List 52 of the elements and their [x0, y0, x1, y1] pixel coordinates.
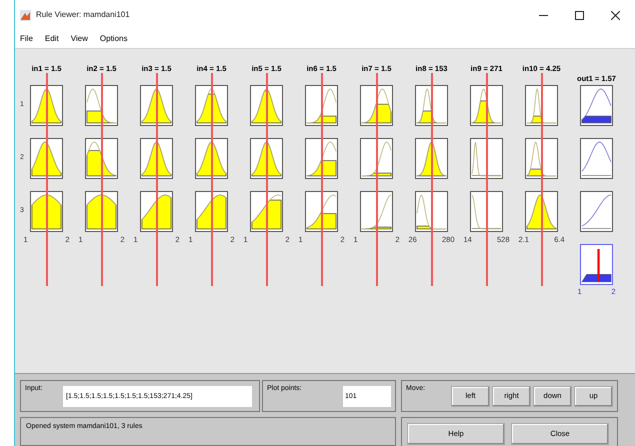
- membership-plot: [30, 138, 63, 179]
- membership-plot: [360, 191, 393, 232]
- membership-plot: [30, 85, 63, 126]
- membership-plot: [140, 191, 173, 232]
- membership-plot: [250, 191, 283, 232]
- input-value-line[interactable]: [211, 73, 212, 286]
- membership-plot: [85, 138, 118, 179]
- membership-plot: [140, 138, 173, 179]
- maximize-icon[interactable]: [575, 10, 584, 20]
- membership-plot: [195, 138, 228, 179]
- membership-plot: [360, 138, 393, 179]
- menu-item[interactable]: Options: [100, 33, 128, 45]
- membership-plot: [30, 191, 63, 232]
- window-title: Rule Viewer: mamdani101: [36, 9, 130, 21]
- membership-plot: [250, 138, 283, 179]
- menu-item[interactable]: Edit: [44, 33, 59, 45]
- app-icon: [20, 10, 31, 20]
- membership-plot: [470, 191, 503, 232]
- membership-plot: [85, 191, 118, 232]
- membership-plot: [195, 85, 228, 126]
- membership-plot: [415, 138, 448, 179]
- membership-plot: [470, 138, 503, 179]
- membership-plot: [85, 85, 118, 126]
- membership-plot: [305, 85, 338, 126]
- membership-plot: [525, 191, 558, 232]
- close-icon[interactable]: [611, 10, 620, 20]
- aggregate-plot: [580, 244, 613, 285]
- input-value-line[interactable]: [541, 73, 542, 286]
- membership-plot: [305, 138, 338, 179]
- membership-plot: [140, 85, 173, 126]
- membership-plot: [470, 85, 503, 126]
- membership-plot: [415, 85, 448, 126]
- membership-plot: [415, 191, 448, 232]
- membership-plot: [525, 138, 558, 179]
- membership-plot: [250, 85, 283, 126]
- input-value-line[interactable]: [156, 73, 158, 286]
- input-value-line[interactable]: [431, 73, 432, 286]
- input-value-line[interactable]: [486, 73, 488, 286]
- input-value-line[interactable]: [321, 73, 322, 286]
- input-value-line[interactable]: [376, 73, 378, 286]
- menu-item[interactable]: View: [70, 33, 88, 45]
- membership-plot: [525, 85, 558, 126]
- input-value-line[interactable]: [101, 73, 102, 286]
- membership-plot: [305, 191, 338, 232]
- membership-plot: [195, 191, 228, 232]
- menu-item[interactable]: File: [20, 33, 33, 45]
- input-value-line[interactable]: [266, 73, 268, 286]
- membership-plot: [580, 138, 613, 179]
- input-value-line[interactable]: [46, 73, 48, 286]
- membership-plot: [580, 191, 613, 232]
- membership-plot: [580, 85, 613, 126]
- membership-plot: [360, 85, 393, 126]
